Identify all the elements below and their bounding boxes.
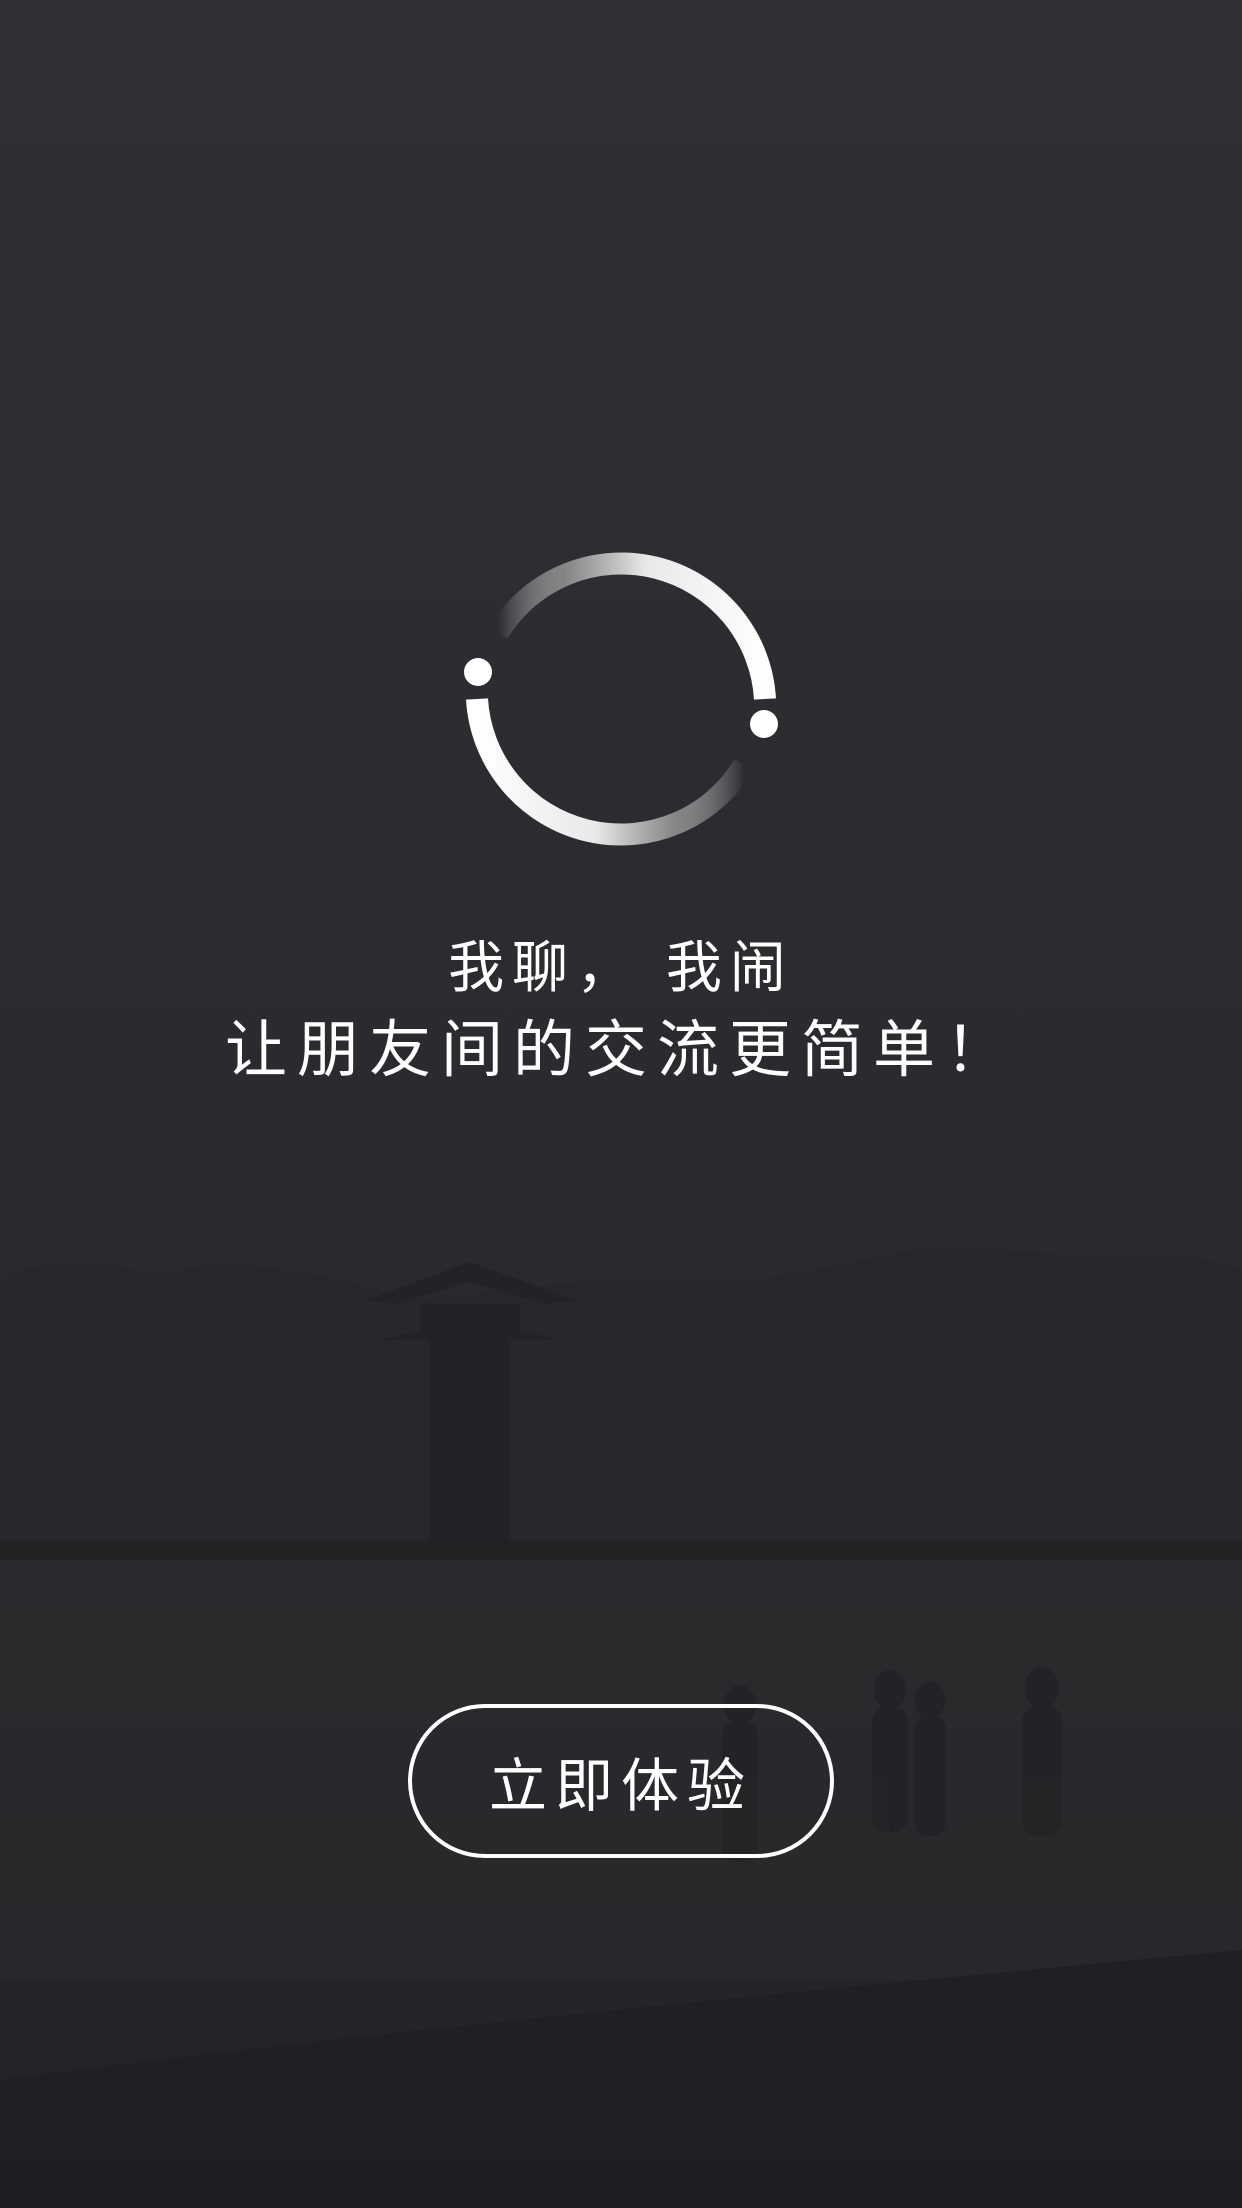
chat-ring-logo-icon: [464, 552, 778, 846]
welcome-screen: 我聊， 我闹 让朋友间的交流更简单！ 立即体验: [0, 0, 1242, 2208]
shoreline: [0, 1540, 1242, 1560]
start-now-button[interactable]: 立即体验: [408, 1704, 834, 1858]
background-trees: [0, 1248, 1242, 1560]
slogan-line-1: 我聊， 我闹: [448, 936, 794, 1001]
slogan-line-2: 让朋友间的交流更简单！: [224, 1013, 1017, 1086]
foreground-ground: [0, 1950, 1242, 2208]
background-scenery: [0, 1248, 1242, 2208]
pavilion-silhouette: [365, 1262, 575, 1550]
